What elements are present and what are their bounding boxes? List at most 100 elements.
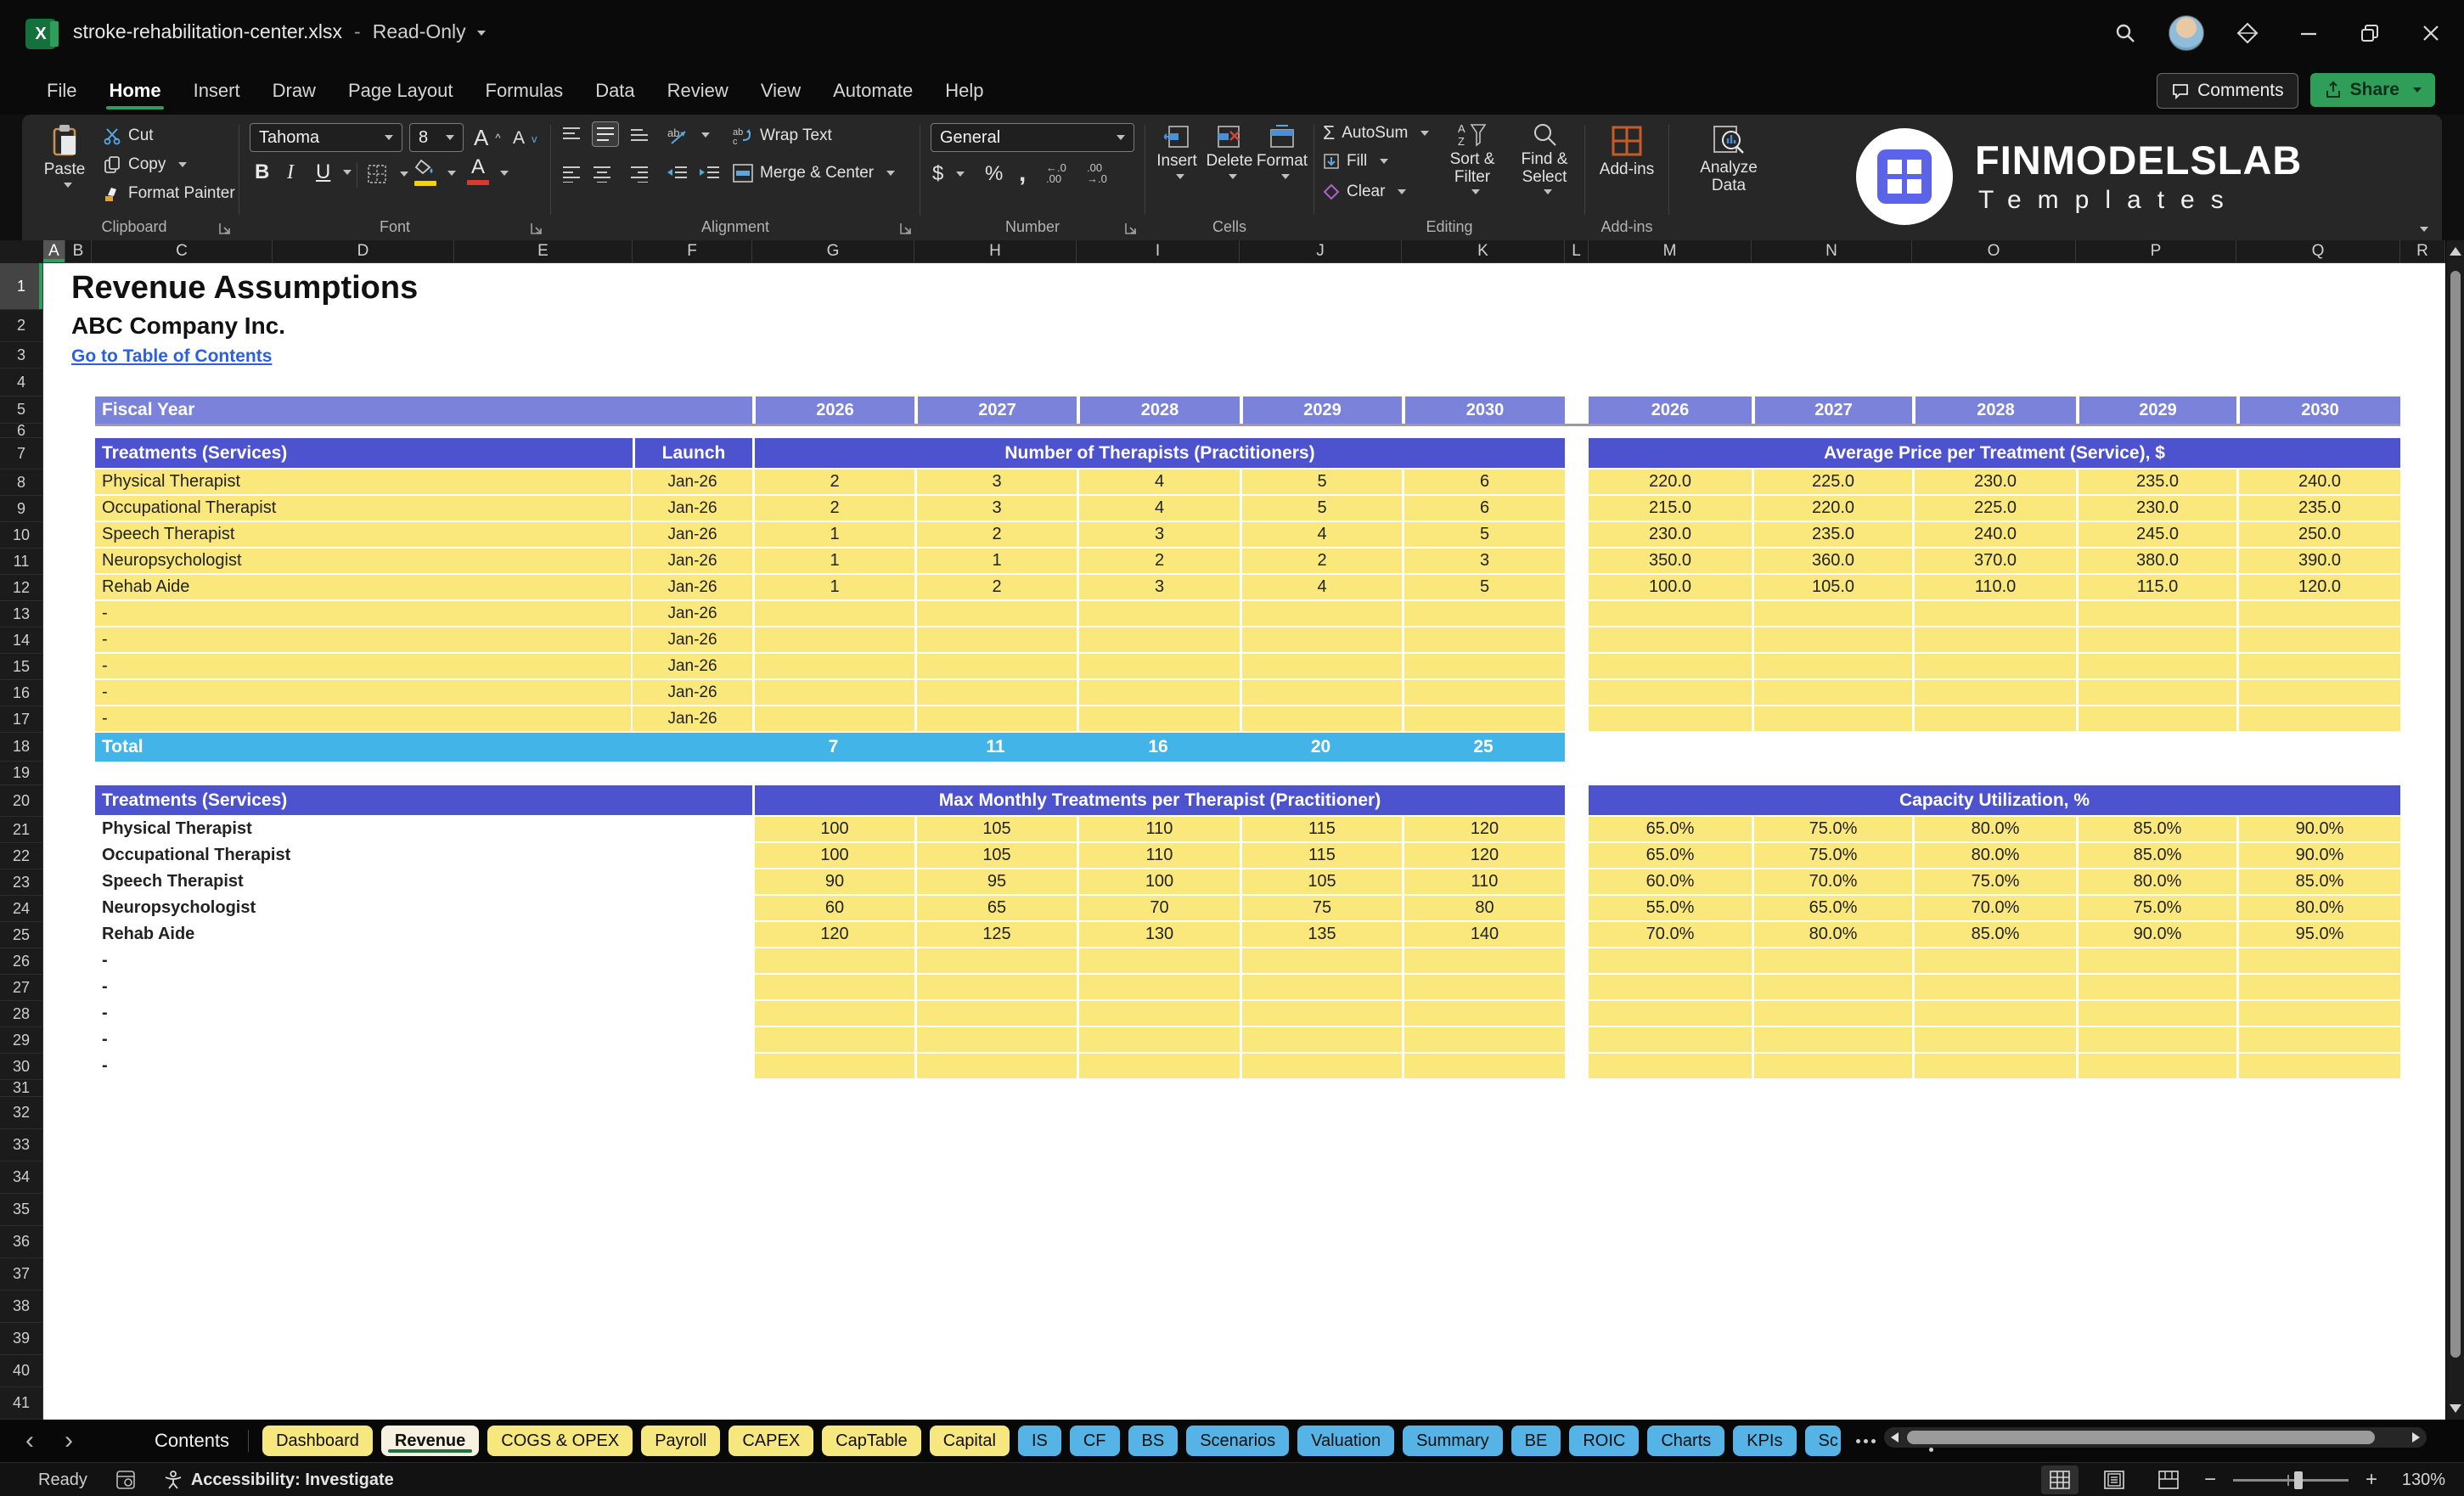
launch-date-cell[interactable]: Jan-26 <box>633 575 752 599</box>
macro-record-icon[interactable] <box>116 1471 135 1489</box>
avg-price-cell[interactable] <box>1912 706 2076 731</box>
capacity-cell[interactable] <box>1752 948 1912 973</box>
therapist-count-cell[interactable] <box>914 654 1077 678</box>
capacity-cell[interactable]: 90.0% <box>2236 843 2400 868</box>
empty-row-label[interactable]: - <box>95 975 752 999</box>
font-color-chevron-icon[interactable] <box>500 171 509 176</box>
fiscal-year-cell-2026[interactable]: 2026 <box>752 396 914 424</box>
avg-price-cell[interactable]: 110.0 <box>1912 575 2076 599</box>
row-header-4[interactable]: 4 <box>0 368 43 396</box>
avg-price-cell[interactable]: 230.0 <box>1912 470 2076 494</box>
more-sheets-icon[interactable] <box>1856 1439 1876 1443</box>
avatar[interactable] <box>2169 15 2204 51</box>
fiscal-year-cell-2030[interactable]: 2030 <box>1402 396 1565 424</box>
decrease-indent-button[interactable] <box>667 164 689 183</box>
sheet-tab-roic[interactable]: ROIC <box>1569 1426 1639 1456</box>
therapist-count-cell[interactable] <box>1077 680 1240 705</box>
column-header-R[interactable]: R <box>2400 240 2445 263</box>
avg-price-cell[interactable]: 215.0 <box>1589 496 1752 520</box>
max-treatments-cell[interactable] <box>914 1054 1077 1078</box>
row-header-35[interactable]: 35 <box>0 1194 43 1226</box>
fiscal-year-cell-2029[interactable]: 2029 <box>1240 396 1402 424</box>
therapist-count-cell[interactable]: 3 <box>914 470 1077 494</box>
therapist-count-cell[interactable]: 5 <box>1402 575 1565 599</box>
close-button[interactable] <box>2413 15 2449 51</box>
vertical-scrollbar[interactable] <box>2445 240 2464 1420</box>
max-treatments-cell[interactable]: 110 <box>1402 869 1565 894</box>
row-header-32[interactable]: 32 <box>0 1097 43 1129</box>
avg-price-cell[interactable]: 220.0 <box>1752 496 1912 520</box>
empty-row-label[interactable]: - <box>95 1027 752 1052</box>
page-break-view-button[interactable] <box>2150 1465 2187 1494</box>
treatment-name[interactable]: Rehab Aide <box>95 922 752 947</box>
capacity-cell[interactable]: 65.0% <box>1752 896 1912 920</box>
column-header-K[interactable]: K <box>1402 240 1565 263</box>
find-select-button[interactable]: Find & Select <box>1511 121 1578 194</box>
menu-tab-view[interactable]: View <box>745 66 817 115</box>
treatment-name[interactable]: Speech Therapist <box>95 522 633 547</box>
sheet-nav-left-icon[interactable]: ‹ <box>25 1426 34 1456</box>
avg-price-cell[interactable] <box>1752 680 1912 705</box>
scroll-up-icon[interactable] <box>2450 247 2461 256</box>
empty-row-label[interactable]: - <box>95 680 633 705</box>
max-treatments-cell[interactable]: 75 <box>1240 896 1402 920</box>
treatment-name[interactable]: Rehab Aide <box>95 575 633 599</box>
therapist-count-cell[interactable]: 4 <box>1077 496 1240 520</box>
capacity-cell[interactable] <box>1912 1027 2076 1052</box>
column-header-O[interactable]: O <box>1912 240 2076 263</box>
font-color-button[interactable]: A <box>467 157 489 185</box>
fill-button[interactable]: Fill <box>1323 152 1388 171</box>
total-value-cell[interactable]: 25 <box>1402 733 1565 762</box>
fiscal-year-cell-2026[interactable]: 2026 <box>1589 396 1752 424</box>
capacity-cell[interactable]: 95.0% <box>2236 922 2400 947</box>
max-treatments-cell[interactable] <box>914 975 1077 999</box>
avg-price-cell[interactable] <box>1912 654 2076 678</box>
avg-price-cell[interactable] <box>2236 680 2400 705</box>
therapist-count-cell[interactable]: 5 <box>1240 496 1402 520</box>
max-treatments-cell[interactable] <box>1240 1027 1402 1052</box>
max-treatments-cell[interactable]: 140 <box>1402 922 1565 947</box>
therapist-count-cell[interactable] <box>752 680 914 705</box>
therapist-count-cell[interactable] <box>1240 601 1402 626</box>
avg-price-cell[interactable] <box>1752 601 1912 626</box>
sheet-tab-valuation[interactable]: Valuation <box>1297 1426 1394 1456</box>
row-header-15[interactable]: 15 <box>0 654 43 680</box>
row-header-12[interactable]: 12 <box>0 575 43 601</box>
max-treatments-cell[interactable] <box>1077 1027 1240 1052</box>
max-treatments-cell[interactable] <box>1077 1001 1240 1026</box>
avg-price-cell[interactable] <box>2236 627 2400 652</box>
align-middle-button[interactable] <box>592 121 619 147</box>
capacity-cell[interactable]: 90.0% <box>2236 817 2400 841</box>
format-cells-button[interactable]: Format <box>1257 125 1307 179</box>
column-header-E[interactable]: E <box>454 240 633 263</box>
comma-style-button[interactable]: , <box>1019 159 1026 188</box>
max-treatments-cell[interactable] <box>1240 1054 1402 1078</box>
avg-price-cell[interactable] <box>1589 627 1752 652</box>
capacity-cell[interactable]: 75.0% <box>2076 896 2236 920</box>
avg-price-cell[interactable] <box>1912 601 2076 626</box>
empty-row-label[interactable]: - <box>95 706 633 731</box>
therapist-count-cell[interactable] <box>1240 706 1402 731</box>
bold-button[interactable]: B <box>255 162 269 183</box>
capacity-cell[interactable]: 65.0% <box>1589 843 1752 868</box>
therapist-count-cell[interactable] <box>1402 706 1565 731</box>
normal-view-button[interactable] <box>2041 1465 2079 1494</box>
addins-button[interactable]: Add-ins <box>1597 125 1657 179</box>
avg-price-cell[interactable] <box>2076 680 2236 705</box>
row-header-10[interactable]: 10 <box>0 522 43 548</box>
avg-price-cell[interactable]: 235.0 <box>1752 522 1912 547</box>
therapist-count-cell[interactable] <box>914 680 1077 705</box>
menu-tab-data[interactable]: Data <box>579 66 650 115</box>
scroll-down-icon[interactable] <box>2450 1404 2461 1413</box>
max-treatments-cell[interactable] <box>1402 975 1565 999</box>
therapist-count-cell[interactable] <box>1240 627 1402 652</box>
avg-price-cell[interactable] <box>1589 680 1752 705</box>
max-treatments-cell[interactable] <box>1402 948 1565 973</box>
launch-date-cell[interactable]: Jan-26 <box>633 470 752 494</box>
therapist-count-cell[interactable] <box>914 601 1077 626</box>
borders-button[interactable] <box>367 164 408 184</box>
therapist-count-cell[interactable]: 4 <box>1240 575 1402 599</box>
empty-row-label[interactable]: - <box>95 948 752 973</box>
merge-center-button[interactable]: Merge & Center <box>733 164 895 183</box>
avg-price-cell[interactable]: 235.0 <box>2076 470 2236 494</box>
